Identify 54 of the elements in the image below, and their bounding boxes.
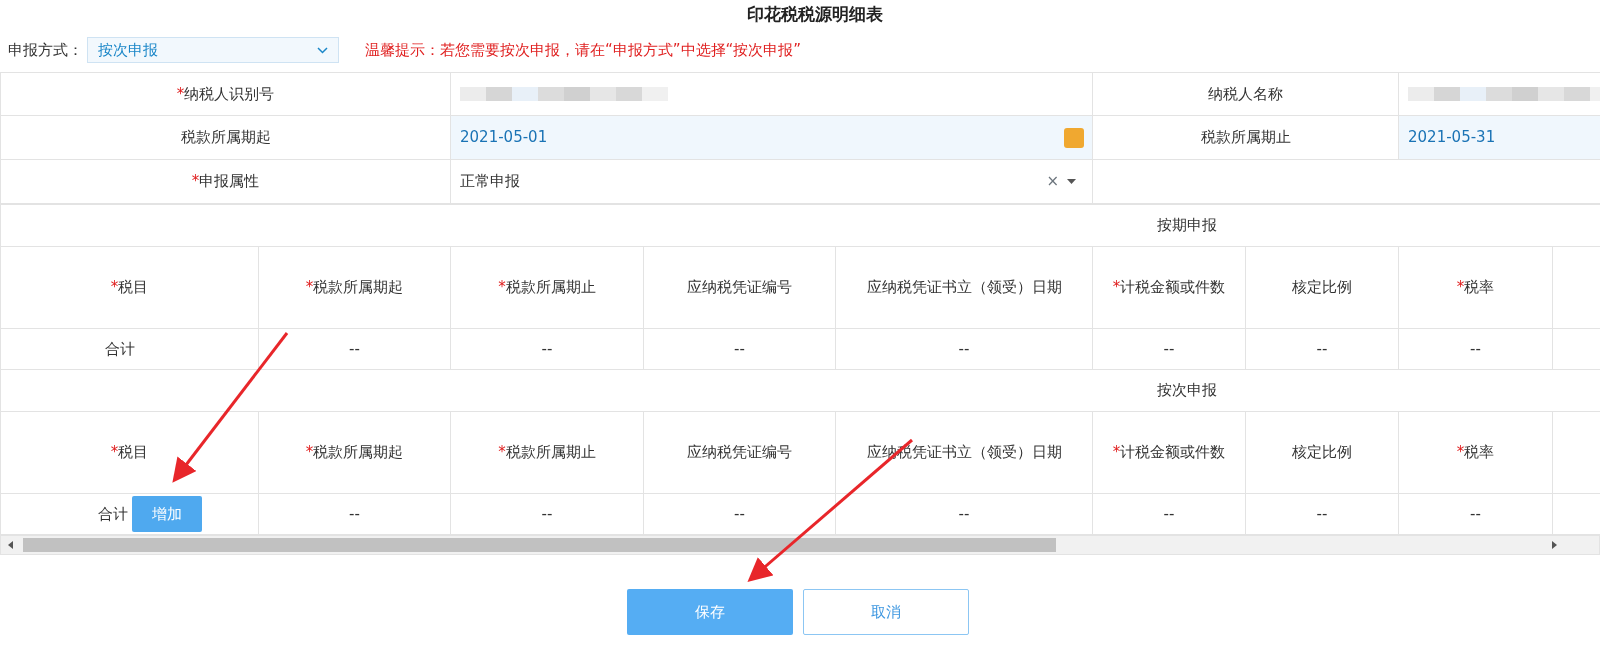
column-header: *税款所属期起 xyxy=(258,411,451,494)
column-header: *计税金额或件数 xyxy=(1092,246,1246,329)
column-header: *税目 xyxy=(0,411,259,494)
dropdown-caret-icon[interactable] xyxy=(1067,179,1076,184)
column-header: *税目 xyxy=(0,246,259,329)
clear-icon[interactable]: × xyxy=(1046,170,1059,193)
date-field[interactable]: 2021-05-01 xyxy=(450,115,1093,160)
scrollbar-thumb[interactable] xyxy=(23,538,1056,552)
table-cell: -- xyxy=(643,328,836,370)
column-header: 核定比例 xyxy=(1245,411,1399,494)
field-label: 税款所属期止 xyxy=(1092,115,1399,160)
table-cell: -- xyxy=(1245,328,1399,370)
page-title: 印花税税源明细表 xyxy=(746,3,884,26)
scroll-right-icon[interactable] xyxy=(1552,541,1557,549)
column-header: *税款所属期起 xyxy=(258,246,451,329)
select-field[interactable]: 正常申报 × xyxy=(450,159,1093,204)
field-label: *纳税人识别号 xyxy=(0,72,451,116)
table-cell: -- xyxy=(643,493,836,535)
column-header: 应纳税凭证编号 xyxy=(643,411,836,494)
field-label: 申报方式： xyxy=(8,39,83,61)
table-cell: -- xyxy=(835,493,1093,535)
column-header: 应纳税凭证编号 xyxy=(643,246,836,329)
table-cell: -- xyxy=(1245,493,1399,535)
cancel-button[interactable]: 取消 xyxy=(803,589,969,635)
field-label: 税款所属期起 xyxy=(0,115,451,160)
table-cell: -- xyxy=(258,493,451,535)
field-label: 纳税人名称 xyxy=(1092,72,1399,116)
section-title: 按次申报 xyxy=(1157,381,1217,400)
save-button[interactable]: 保存 xyxy=(627,589,793,635)
table-cell: -- xyxy=(1092,328,1246,370)
section-title: 按期申报 xyxy=(1157,216,1217,235)
column-header: *税率 xyxy=(1398,411,1553,494)
table-cell: -- xyxy=(450,493,644,535)
column-header: *税率 xyxy=(1398,246,1553,329)
table-cell: -- xyxy=(450,328,644,370)
table-cell: -- xyxy=(1398,328,1553,370)
filing-mode-select[interactable]: 按次申报 xyxy=(87,37,339,63)
table-cell: -- xyxy=(1398,493,1553,535)
total-label: 合计 xyxy=(104,338,135,360)
table-cell: -- xyxy=(835,328,1093,370)
column-header: 核定比例 xyxy=(1245,246,1399,329)
chevron-down-icon xyxy=(317,46,328,54)
column-header: *税款所属期止 xyxy=(450,246,644,329)
column-header: 应纳税凭证书立（领受）日期 xyxy=(835,246,1093,329)
date-field[interactable]: 2021-05-31 xyxy=(1398,115,1600,160)
total-label: 合计 xyxy=(97,503,128,525)
table-cell: -- xyxy=(258,328,451,370)
scroll-left-icon[interactable] xyxy=(8,541,13,549)
notice-text: 温馨提示：若您需要按次申报，请在“申报方式”中选择“按次申报” xyxy=(365,39,802,61)
add-button[interactable]: 增加 xyxy=(131,496,202,532)
field-label: *申报属性 xyxy=(0,159,451,204)
column-header: *计税金额或件数 xyxy=(1092,411,1246,494)
table-cell: -- xyxy=(1092,493,1246,535)
column-header: *税款所属期止 xyxy=(450,411,644,494)
